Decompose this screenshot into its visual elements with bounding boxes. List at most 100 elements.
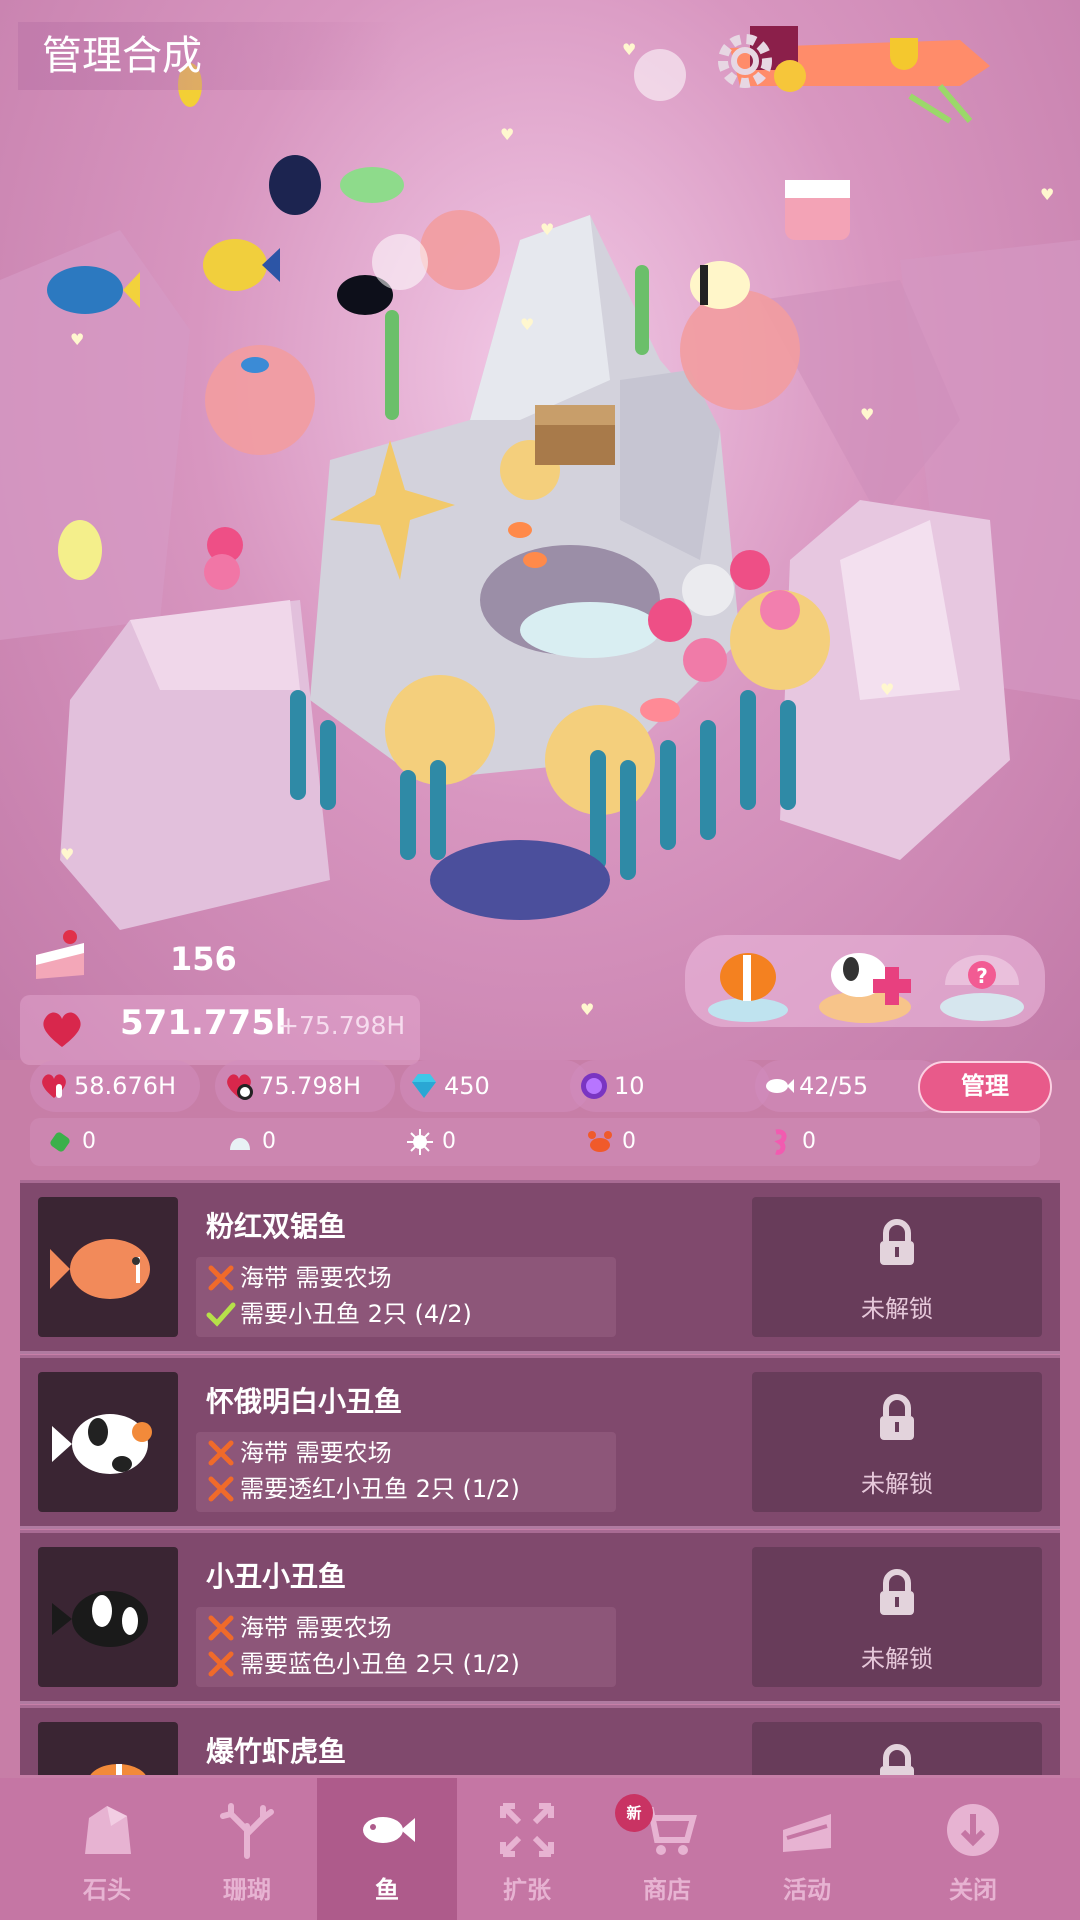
stat-diamonds-value: 450 [444, 1072, 490, 1100]
material-crab: 0 [580, 1118, 636, 1166]
svg-text:♥: ♥ [1040, 185, 1054, 204]
cross-icon [208, 1651, 234, 1677]
pink-clownfish-icon [50, 1239, 150, 1299]
material-seaweed: 0 [40, 1118, 96, 1166]
buy-clownfish-button[interactable] [703, 925, 793, 1025]
aquarium-scene[interactable]: ♥ ♥ ♥ ♥ ♥ ♥ ♥ ♥ ♥ ♥ 管理合成 [0, 0, 1080, 1060]
rock-icon [85, 1806, 131, 1854]
unlock-status[interactable]: 未解锁 [752, 1372, 1042, 1512]
stat-tap-love: 58.676H [30, 1060, 200, 1112]
list-item[interactable]: 怀俄明白小丑鱼 海带 需要农场 需要透红小丑鱼 2只 (1/2) 未解锁 [20, 1355, 1060, 1529]
unlock-status[interactable]: 未解锁 [752, 1547, 1042, 1687]
svg-text:♥: ♥ [500, 125, 514, 144]
requirement-unmet: 海带 需要农场 [206, 1261, 392, 1295]
tab-coral-label: 珊瑚 [223, 1876, 271, 1904]
svg-text:♥: ♥ [60, 845, 74, 864]
locked-label: 未解锁 [861, 1470, 933, 1498]
tab-close[interactable]: 关闭 [903, 1778, 1043, 1920]
trophy-icon [890, 38, 918, 70]
manage-button[interactable]: 管理 [918, 1061, 1052, 1113]
requirement-text: 需要透红小丑鱼 2只 (1/2) [240, 1475, 520, 1503]
tab-coral[interactable]: 珊瑚 [177, 1778, 317, 1920]
achievement-banner[interactable] [710, 26, 1040, 126]
svg-text:♥: ♥ [880, 680, 894, 699]
fish-action-group: ? [685, 935, 1045, 1027]
material-urchin: 0 [400, 1118, 456, 1166]
cake-currency [30, 925, 90, 995]
timer-heart-icon [227, 1074, 253, 1100]
seaweed-icon [50, 1132, 70, 1152]
seahorse-icon [774, 1129, 787, 1155]
stat-time-love: 75.798H [215, 1060, 395, 1112]
tab-expand[interactable]: 扩张 [457, 1778, 597, 1920]
pearl-icon [581, 1073, 607, 1099]
fish-thumbnail [38, 1722, 178, 1775]
love-total-row: 571.775l +75.798H [20, 995, 420, 1065]
expand-icon [500, 1803, 554, 1857]
fish-thumbnail [38, 1547, 178, 1687]
close-down-icon [947, 1804, 999, 1856]
aquarium-illustration: ♥ ♥ ♥ ♥ ♥ ♥ ♥ ♥ ♥ ♥ [0, 40, 1080, 1019]
svg-text:♥: ♥ [540, 220, 554, 239]
tab-expand-label: 扩张 [503, 1876, 551, 1904]
heart-icon [43, 1012, 81, 1047]
list-item[interactable]: 爆竹虾虎鱼 [20, 1705, 1060, 1775]
svg-text:♥: ♥ [860, 405, 874, 424]
merge-fish-button[interactable] [815, 925, 915, 1025]
svg-text:♥: ♥ [622, 40, 636, 59]
love-total: 571.775l [120, 1003, 287, 1043]
lock-icon [880, 1394, 914, 1440]
requirement-unmet: 需要蓝色小丑鱼 2只 (1/2) [206, 1647, 520, 1681]
black-white-clownfish-icon [52, 1591, 148, 1647]
material-shell: 0 [220, 1118, 276, 1166]
list-item[interactable]: 小丑小丑鱼 海带 需要农场 需要蓝色小丑鱼 2只 (1/2) 未解锁 [20, 1530, 1060, 1704]
fish-icon [363, 1817, 415, 1843]
lock-icon [880, 1744, 914, 1775]
tab-events[interactable]: 活动 [737, 1778, 877, 1920]
requirement-met: 需要小丑鱼 2只 (4/2) [206, 1297, 472, 1331]
mystery-shell-button[interactable]: ? [937, 925, 1027, 1025]
svg-text:?: ? [976, 964, 988, 988]
tab-rock[interactable]: 石头 [37, 1778, 177, 1920]
locked-label: 未解锁 [861, 1645, 933, 1673]
unlock-status[interactable]: 未解锁 [752, 1197, 1042, 1337]
tab-shop[interactable]: 商店 [597, 1778, 737, 1920]
firecracker-goby-icon [90, 1764, 146, 1775]
love-rate: +75.798H [278, 1011, 406, 1040]
requirement-text: 需要小丑鱼 2只 (4/2) [240, 1300, 472, 1328]
locked-label: 未解锁 [861, 1295, 933, 1323]
requirement-unmet: 海带 需要农场 [206, 1611, 392, 1645]
check-icon [206, 1302, 236, 1327]
coral-icon [220, 1803, 274, 1859]
svg-text:♥: ♥ [520, 315, 534, 334]
tab-fish[interactable]: 鱼 [317, 1778, 457, 1920]
requirement-text: 海带 需要农场 [240, 1439, 392, 1467]
cross-icon [208, 1265, 234, 1291]
lock-icon [880, 1219, 914, 1265]
material-shell-value: 0 [262, 1129, 276, 1154]
cross-icon [208, 1615, 234, 1641]
svg-text:♥: ♥ [70, 330, 84, 349]
tab-rock-label: 石头 [83, 1876, 131, 1904]
fish-list[interactable]: 粉红双锯鱼 海带 需要农场 需要小丑鱼 2只 (4/2) 未解锁 怀俄明白小丑鱼 [20, 1180, 1060, 1775]
lock-icon [880, 1569, 914, 1615]
screen-title: 管理合成 [18, 22, 402, 90]
requirement-text: 需要蓝色小丑鱼 2只 (1/2) [240, 1650, 520, 1678]
material-seaweed-value: 0 [82, 1129, 96, 1154]
settings-gear-icon[interactable] [710, 26, 780, 96]
fish-name: 粉红双锯鱼 [206, 1210, 347, 1243]
fish-thumbnail [38, 1372, 178, 1512]
cross-icon [208, 1476, 234, 1502]
material-urchin-value: 0 [442, 1129, 456, 1154]
tab-close-label: 关闭 [949, 1876, 997, 1904]
tab-events-label: 活动 [783, 1876, 831, 1904]
new-badge: 新 [615, 1794, 653, 1832]
requirement-unmet: 需要透红小丑鱼 2只 (1/2) [206, 1472, 520, 1506]
unlock-status[interactable] [752, 1722, 1042, 1775]
cross-icon [208, 1440, 234, 1466]
requirements: 海带 需要农场 需要透红小丑鱼 2只 (1/2) [196, 1432, 616, 1512]
shell-icon [230, 1138, 250, 1150]
white-clownfish-icon [52, 1414, 152, 1474]
list-item[interactable]: 粉红双锯鱼 海带 需要农场 需要小丑鱼 2只 (4/2) 未解锁 [20, 1180, 1060, 1354]
requirement-text: 海带 需要农场 [240, 1614, 392, 1642]
